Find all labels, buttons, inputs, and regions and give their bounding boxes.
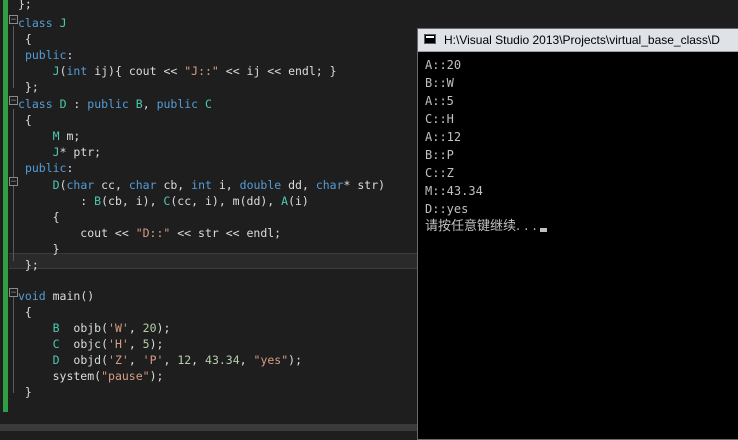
- console-cursor: [539, 228, 547, 232]
- console-line: B::W: [425, 76, 454, 90]
- code-line[interactable]: {: [18, 31, 32, 47]
- console-line: D::yes: [425, 202, 469, 216]
- console-line: 请按任意键继续. . .: [425, 218, 547, 236]
- code-line[interactable]: };: [18, 79, 39, 95]
- change-indicator-bar: [3, 0, 8, 412]
- console-window[interactable]: H:\Visual Studio 2013\Projects\virtual_b…: [417, 28, 738, 440]
- code-line[interactable]: }: [18, 384, 32, 400]
- code-line[interactable]: class J: [18, 15, 67, 31]
- console-line: B::P: [425, 148, 454, 162]
- console-app-icon: [424, 34, 436, 44]
- code-line[interactable]: system("pause");: [18, 368, 164, 384]
- console-line: C::H: [425, 112, 454, 126]
- code-line[interactable]: {: [18, 112, 32, 128]
- fold-toggle-icon[interactable]: −: [9, 96, 18, 106]
- current-line-highlight: [9, 253, 429, 269]
- console-line: M::43.34: [425, 184, 483, 198]
- code-line[interactable]: public:: [18, 47, 73, 63]
- code-line[interactable]: M m;: [18, 128, 81, 144]
- console-line: A::20: [425, 58, 462, 72]
- console-line: A::12: [425, 130, 462, 144]
- console-title-bar[interactable]: H:\Visual Studio 2013\Projects\virtual_b…: [418, 29, 738, 52]
- code-line[interactable]: C objc('H', 5);: [18, 336, 164, 352]
- console-line: A::5: [425, 94, 454, 108]
- code-line[interactable]: D objd('Z', 'P', 12, 43.34, "yes");: [18, 352, 302, 368]
- code-line[interactable]: J* ptr;: [18, 144, 101, 160]
- code-line[interactable]: B objb('W', 20);: [18, 320, 171, 336]
- fold-toggle-icon[interactable]: −: [9, 177, 18, 187]
- fold-toggle-icon[interactable]: −: [9, 288, 18, 298]
- code-line[interactable]: {: [18, 209, 60, 225]
- code-line[interactable]: J(int ij){ cout << "J::" << ij << endl; …: [18, 63, 337, 79]
- console-output: A::20B::WA::5C::HA::12B::PC::ZM::43.34D:…: [425, 56, 547, 236]
- code-line[interactable]: };: [18, 0, 32, 12]
- code-line[interactable]: void main(): [18, 288, 94, 304]
- code-line[interactable]: class D : public B, public C: [18, 96, 212, 112]
- fold-toggle-icon[interactable]: −: [9, 15, 18, 25]
- fold-guide: [13, 26, 14, 88]
- code-line[interactable]: D(char cc, char cb, int i, double dd, ch…: [18, 177, 385, 193]
- console-line: C::Z: [425, 166, 454, 180]
- code-line[interactable]: public:: [18, 160, 73, 176]
- code-line[interactable]: };: [18, 257, 39, 273]
- code-line[interactable]: }: [18, 241, 60, 257]
- code-line[interactable]: {: [18, 304, 32, 320]
- fold-guide: [13, 293, 14, 393]
- console-title: H:\Visual Studio 2013\Projects\virtual_b…: [444, 33, 720, 47]
- code-line[interactable]: cout << "D::" << str << endl;: [18, 225, 281, 241]
- code-line[interactable]: : B(cb, i), C(cc, i), m(dd), A(i): [18, 193, 309, 209]
